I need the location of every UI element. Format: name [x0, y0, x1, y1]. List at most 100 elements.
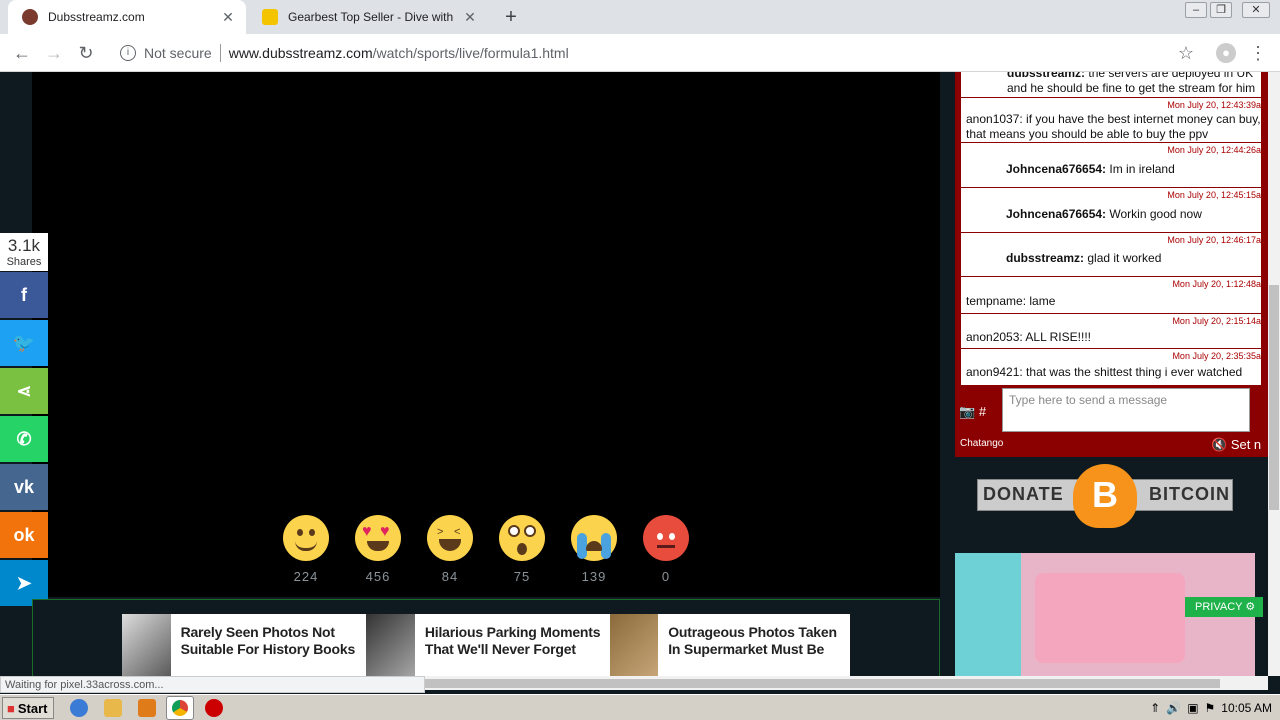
horizontal-scroll-thumb[interactable] — [425, 679, 1220, 688]
address-bar[interactable]: i Not secure www.dubsstreamz.com/watch/s… — [110, 38, 1210, 68]
reaction-love[interactable]: ♥ ♥ 456 — [354, 515, 402, 584]
share-label: Shares — [6, 256, 42, 268]
ad-headline: Rarely Seen Photos Not Suitable For Hist… — [180, 624, 356, 657]
chat-message: Mon July 20, 2:35:35a anon9421: that was… — [966, 351, 1261, 379]
donate-bitcoin-banner[interactable]: DONATE BITCOIN B — [977, 464, 1233, 528]
media-player-icon[interactable] — [138, 699, 156, 717]
share-count-box: 3.1k Shares — [0, 233, 48, 271]
start-button[interactable]: ■ Start — [2, 697, 54, 719]
chat-message: Mon July 20, 12:44:26a Johncena676654: I… — [961, 143, 1261, 188]
forward-button[interactable]: → — [44, 43, 64, 63]
network-icon[interactable]: ▣ — [1187, 701, 1198, 715]
volume-icon[interactable]: 🔊 — [1166, 701, 1181, 715]
chat-toolbar: 📷 # — [959, 404, 986, 420]
privacy-button[interactable]: PRIVACY ⚙ — [1185, 597, 1263, 617]
whatsapp-share-button[interactable]: ✆ — [0, 416, 48, 462]
smile-emoji-icon — [283, 515, 329, 561]
divider — [219, 44, 221, 62]
reaction-sad[interactable]: 139 — [570, 515, 618, 584]
ie-icon[interactable] — [70, 699, 88, 717]
close-window-button[interactable]: ✕ — [1242, 2, 1270, 18]
twitter-share-button[interactable]: 🐦 — [0, 320, 48, 366]
security-label: Not secure — [144, 45, 212, 61]
chat-message-list[interactable]: dubsstreamz: the servers are deployed in… — [961, 72, 1261, 385]
browser-toolbar: ← → ↻ i Not secure www.dubsstreamz.com/w… — [0, 34, 1280, 72]
whatsapp-icon: ✆ — [16, 428, 32, 449]
bitcoin-label: BITCOIN — [1149, 484, 1230, 504]
vertical-scroll-thumb[interactable] — [1269, 285, 1279, 510]
url-path: /watch/sports/live/formula1.html — [372, 45, 569, 61]
close-tab-icon[interactable]: ✕ — [220, 9, 236, 26]
new-tab-button[interactable]: + — [500, 6, 522, 28]
tab-gearbest[interactable]: Gearbest Top Seller - Dive with the C ✕ — [248, 0, 488, 34]
bookmark-star-icon[interactable]: ☆ — [1176, 43, 1196, 63]
reaction-count: 0 — [661, 569, 671, 584]
gear-icon: ⚙ — [1245, 601, 1256, 613]
url-host: www.dubsstreamz.com — [228, 45, 373, 61]
reaction-wow[interactable]: 75 — [498, 515, 546, 584]
reaction-laugh[interactable]: > < 84 — [426, 515, 474, 584]
ad-card[interactable]: Rarely Seen Photos Not Suitable For Hist… — [122, 614, 366, 676]
ad-headline: Outrageous Photos Taken In Supermarket M… — [668, 624, 837, 657]
reload-button[interactable]: ↻ — [76, 43, 96, 63]
video-player[interactable] — [32, 72, 940, 597]
windows-logo-icon: ■ — [7, 700, 15, 716]
mute-speaker-icon: 🔇 — [1211, 437, 1228, 452]
reaction-smile[interactable]: 224 — [282, 515, 330, 584]
ad-image — [610, 614, 659, 676]
opera-icon[interactable] — [205, 699, 223, 717]
clock[interactable]: 10:05 AM — [1221, 701, 1272, 715]
vk-share-button[interactable]: vk — [0, 464, 48, 510]
ad-headline: Hilarious Parking Moments That We'll Nev… — [424, 624, 601, 657]
status-bar: Waiting for pixel.33across.com... — [0, 676, 425, 693]
tab-title: Gearbest Top Seller - Dive with the C — [288, 10, 456, 24]
telegram-icon: ➤ — [16, 572, 32, 593]
tab-dubsstreamz[interactable]: Dubsstreamz.com ✕ — [8, 0, 246, 34]
tray-arrow-icon[interactable]: ⇑ — [1150, 701, 1160, 715]
vk-icon: vk — [13, 476, 35, 497]
wow-emoji-icon — [499, 515, 545, 561]
angry-emoji-icon — [643, 515, 689, 561]
chat-message: Mon July 20, 12:43:39a anon1037: if you … — [961, 98, 1261, 143]
reaction-count: 139 — [581, 569, 607, 584]
odnoklassniki-share-button[interactable]: ok — [0, 512, 48, 558]
restore-button[interactable]: ❐ — [1210, 2, 1232, 18]
facebook-share-button[interactable]: f — [0, 272, 48, 318]
chat-message: Mon July 20, 12:46:17a dubsstreamz: glad… — [961, 233, 1261, 277]
reaction-count: 84 — [441, 569, 459, 584]
gearbest-favicon-icon — [262, 9, 278, 25]
hashtag-icon[interactable]: # — [979, 404, 986, 419]
close-tab-icon[interactable]: ✕ — [462, 9, 478, 26]
folder-icon[interactable] — [104, 699, 122, 717]
tab-title: Dubsstreamz.com — [48, 10, 145, 24]
system-tray: ⇑ 🔊 ▣ ⚑ 10:05 AM — [1105, 698, 1278, 718]
ad-image — [955, 553, 1021, 676]
chat-message: Mon July 20, 12:45:15a Johncena676654: W… — [961, 188, 1261, 233]
chat-message: dubsstreamz: the servers are deployed in… — [961, 72, 1261, 98]
info-icon[interactable]: i — [120, 45, 136, 61]
chatango-brand[interactable]: Chatango — [960, 438, 1003, 449]
windows-taskbar: ■ Start ⇑ 🔊 ▣ ⚑ 10:05 AM — [0, 694, 1280, 720]
share-count: 3.1k — [7, 236, 41, 255]
chrome-icon — [172, 700, 188, 716]
profile-avatar-icon[interactable]: ● — [1216, 43, 1236, 63]
ad-image — [122, 614, 171, 676]
ad-image — [366, 614, 415, 676]
sound-toggle[interactable]: 🔇 Set n — [1211, 437, 1261, 453]
chat-widget: dubsstreamz: the servers are deployed in… — [955, 72, 1268, 457]
ad-card[interactable]: Outrageous Photos Taken In Supermarket M… — [610, 614, 850, 676]
laughing-emoji-icon: > < — [427, 515, 473, 561]
flag-icon[interactable]: ⚑ — [1205, 701, 1216, 715]
chat-message: Mon July 20, 2:15:14a anon2053: ALL RISE… — [961, 314, 1261, 349]
reaction-count: 224 — [293, 569, 319, 584]
ad-card[interactable]: Hilarious Parking Moments That We'll Nev… — [366, 614, 610, 676]
tab-strip: Dubsstreamz.com ✕ Gearbest Top Seller - … — [0, 0, 1280, 34]
camera-icon[interactable]: 📷 — [959, 404, 975, 419]
menu-kebab-icon[interactable]: ⋮ — [1248, 43, 1268, 63]
reaction-angry[interactable]: 0 — [642, 515, 690, 584]
minimize-button[interactable]: – — [1185, 2, 1207, 18]
generic-share-button[interactable]: ⋖ — [0, 368, 48, 414]
chat-message-input[interactable]: Type here to send a message — [1002, 388, 1250, 432]
back-button[interactable]: ← — [12, 43, 32, 63]
chrome-taskbar-button[interactable] — [166, 696, 194, 720]
